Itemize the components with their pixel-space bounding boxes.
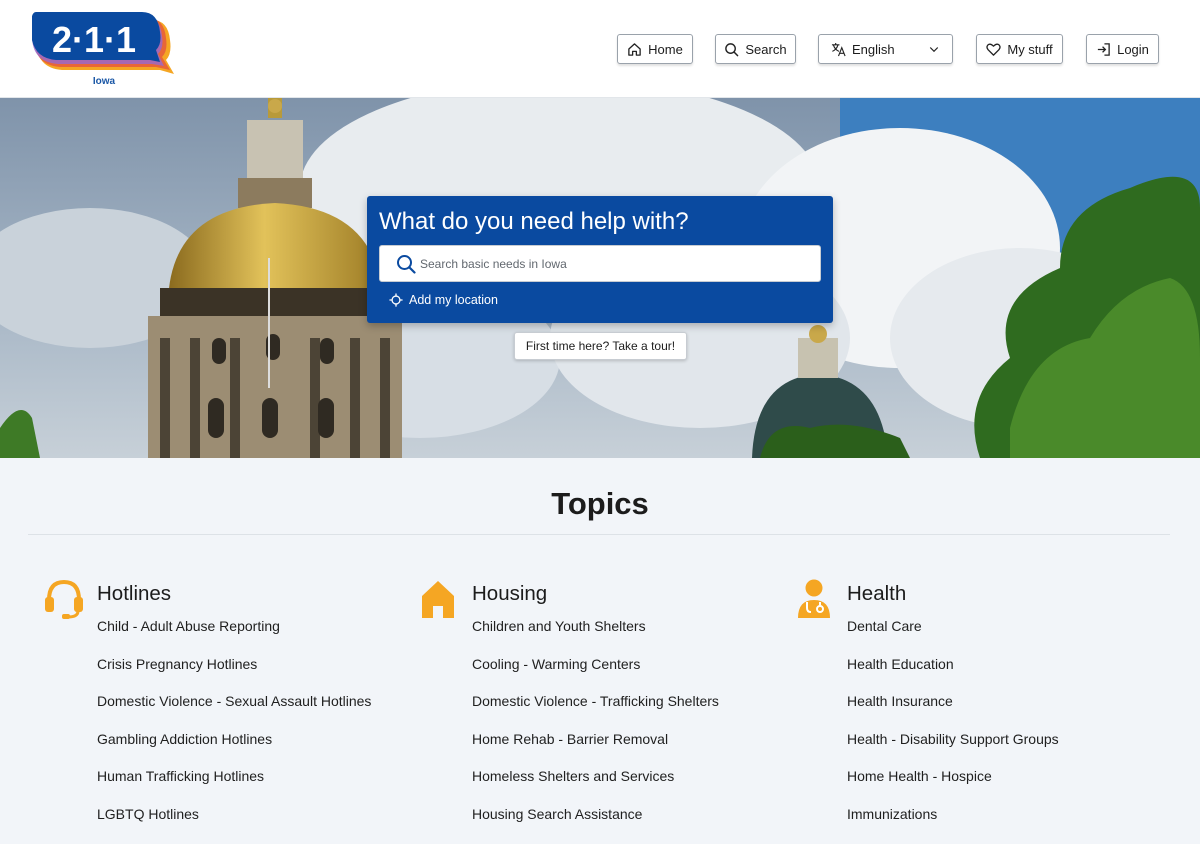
topic-link[interactable]: Home Health - Hospice	[847, 768, 1059, 806]
heart-icon	[986, 43, 1002, 56]
search-icon	[725, 42, 739, 56]
home-button[interactable]: Home	[617, 34, 693, 64]
language-label: English	[852, 41, 895, 57]
crosshair-icon	[389, 293, 403, 307]
topic-link[interactable]: Health - Disability Support Groups	[847, 731, 1059, 769]
login-label: Login	[1117, 41, 1149, 57]
topics-divider	[28, 534, 1170, 535]
topics-heading: Topics	[551, 486, 649, 521]
topic-link[interactable]: Domestic Violence - Trafficking Shelters	[472, 693, 719, 731]
home-label: Home	[648, 41, 683, 57]
headset-icon	[45, 579, 83, 619]
topic-link[interactable]: Crisis Pregnancy Hotlines	[97, 656, 371, 694]
topic-link[interactable]: LGBTQ Hotlines	[97, 806, 371, 844]
site-header: 2·1·1 Iowa Home Search English My stuff …	[0, 0, 1200, 98]
language-select[interactable]: English	[818, 34, 953, 64]
add-location-link[interactable]: Add my location	[389, 293, 498, 307]
topic-link[interactable]: Gambling Addiction Hotlines	[97, 731, 371, 769]
house-icon	[422, 581, 454, 618]
topic-link[interactable]: Immunizations	[847, 806, 1059, 844]
topic-link[interactable]: Health Education	[847, 656, 1059, 694]
topic-link[interactable]: Child - Adult Abuse Reporting	[97, 618, 371, 656]
topic-heading-hotlines[interactable]: Hotlines	[97, 582, 171, 606]
login-button[interactable]: Login	[1086, 34, 1159, 64]
search-input[interactable]	[420, 246, 816, 281]
topic-link[interactable]: Home Rehab - Barrier Removal	[472, 731, 719, 769]
search-heading: What do you need help with?	[379, 208, 689, 235]
topic-link[interactable]: Human Trafficking Hotlines	[97, 768, 371, 806]
search-button[interactable]: Search	[715, 34, 796, 64]
topic-link[interactable]: Housing Search Assistance	[472, 806, 719, 844]
search-label: Search	[745, 41, 787, 57]
topic-heading-housing[interactable]: Housing	[472, 582, 547, 606]
topic-link[interactable]: Dental Care	[847, 618, 1059, 656]
chevron-down-icon	[929, 47, 939, 53]
home-icon	[628, 42, 641, 56]
search-box[interactable]	[379, 245, 821, 282]
doctor-icon	[798, 579, 830, 618]
take-tour-button[interactable]: First time here? Take a tour!	[514, 332, 687, 360]
topic-heading-health[interactable]: Health	[847, 582, 906, 606]
topic-link[interactable]: Children and Youth Shelters	[472, 618, 719, 656]
topic-link[interactable]: Cooling - Warming Centers	[472, 656, 719, 694]
my-stuff-label: My stuff	[1007, 41, 1053, 57]
translate-icon	[831, 42, 846, 56]
search-card: What do you need help with? Add my locat…	[367, 196, 833, 323]
topic-link[interactable]: Health Insurance	[847, 693, 1059, 731]
logo-subtitle: Iowa	[92, 76, 116, 87]
add-location-label: Add my location	[409, 293, 498, 307]
login-icon	[1097, 42, 1110, 56]
topic-link[interactable]: Domestic Violence - Sexual Assault Hotli…	[97, 693, 371, 731]
hero-banner: What do you need help with? Add my locat…	[0, 98, 1200, 458]
my-stuff-button[interactable]: My stuff	[976, 34, 1063, 64]
svg-text:2·1·1: 2·1·1	[52, 19, 136, 60]
topic-link[interactable]: Homeless Shelters and Services	[472, 768, 719, 806]
search-icon	[397, 255, 416, 274]
